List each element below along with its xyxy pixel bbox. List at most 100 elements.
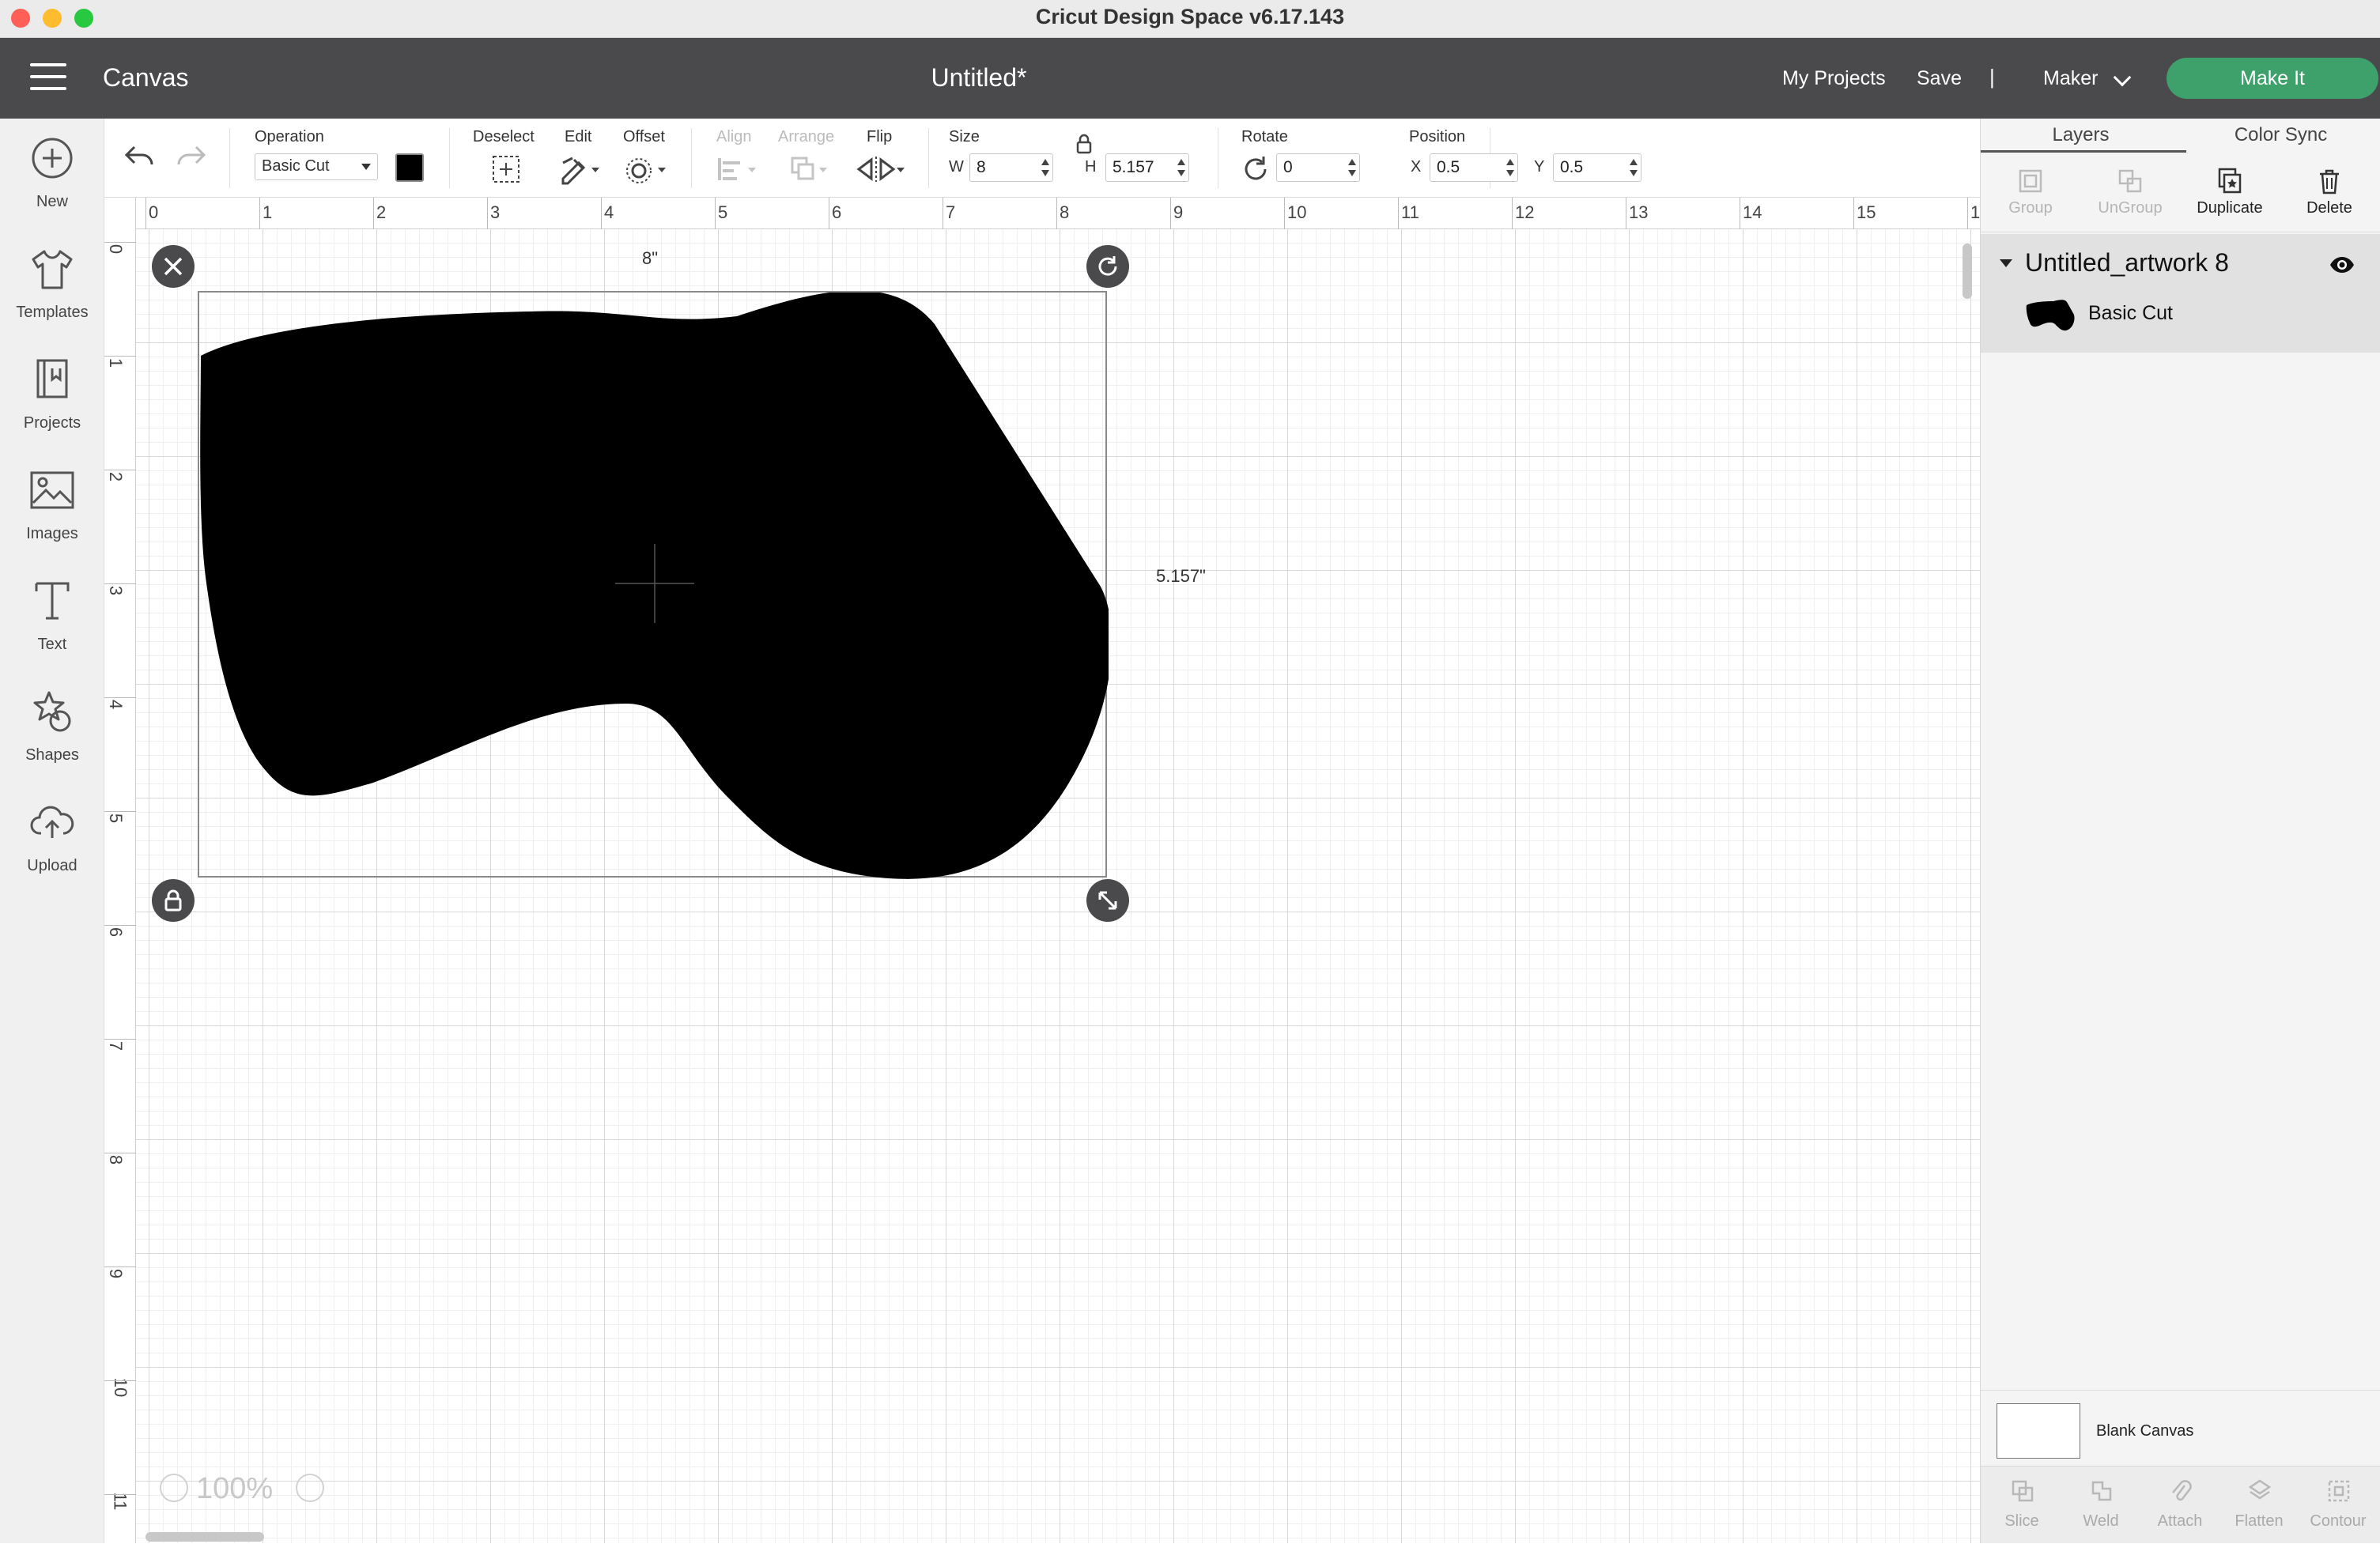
- sidebar-item-label: New: [36, 193, 68, 210]
- lock-icon[interactable]: [1075, 133, 1093, 155]
- sidebar-item-label: Upload: [27, 857, 77, 874]
- my-projects-link[interactable]: My Projects: [1782, 67, 1886, 90]
- sidebar-item-images[interactable]: Images: [0, 459, 104, 553]
- plus-circle-icon: [32, 138, 73, 179]
- vertical-scrollbar[interactable]: [1963, 243, 1972, 299]
- position-x-value: 0.5: [1437, 158, 1460, 176]
- rotate-handle[interactable]: [1086, 245, 1129, 288]
- sidebar-item-label: Templates: [16, 304, 89, 321]
- duplicate-button[interactable]: Duplicate: [2180, 153, 2280, 232]
- delete-handle[interactable]: [152, 245, 195, 288]
- position-label: Position: [1409, 128, 1466, 145]
- horizontal-scrollbar[interactable]: [145, 1532, 264, 1542]
- caret-down-icon: [361, 164, 371, 170]
- stepper-arrows-icon[interactable]: [1348, 159, 1356, 176]
- stepper-arrows-icon[interactable]: [1177, 159, 1185, 176]
- align-icon: [718, 158, 756, 180]
- attach-button[interactable]: Attach: [2140, 1467, 2219, 1544]
- machine-selector[interactable]: Maker: [2043, 67, 2098, 90]
- eye-icon[interactable]: [2329, 251, 2355, 278]
- ruler-tick: [104, 356, 136, 357]
- artwork-shape[interactable]: [199, 293, 1109, 879]
- ruler-tick-label: 8: [106, 1154, 127, 1165]
- cloud-upload-icon: [30, 806, 74, 838]
- caret-down-icon[interactable]: [2000, 259, 2012, 267]
- height-input[interactable]: 5.157: [1105, 153, 1189, 182]
- zoom-level: 100%: [196, 1472, 274, 1505]
- projects-icon: [36, 359, 68, 398]
- tab-layers[interactable]: Layers: [1981, 119, 2181, 152]
- toolbar-divider: [229, 128, 230, 188]
- slice-button[interactable]: Slice: [1982, 1467, 2061, 1544]
- flip-icon[interactable]: [856, 153, 908, 185]
- ruler-tick: [104, 811, 136, 812]
- group-button[interactable]: Group: [1981, 153, 2080, 232]
- contour-label: Contour: [2310, 1512, 2367, 1530]
- save-link[interactable]: Save: [1917, 67, 1962, 90]
- offset-icon[interactable]: [625, 153, 672, 185]
- zoom-in-button[interactable]: [296, 1474, 324, 1502]
- edit-icon[interactable]: [558, 153, 606, 185]
- operation-select[interactable]: Basic Cut: [255, 153, 378, 180]
- stepper-arrows-icon[interactable]: [1630, 159, 1638, 176]
- zoom-out-button[interactable]: [160, 1474, 188, 1502]
- weld-icon: [2091, 1481, 2112, 1501]
- ruler-tick-label: 1: [1970, 202, 1980, 222]
- sidebar-item-text[interactable]: Text: [0, 569, 104, 664]
- ruler-tick-label: 7: [946, 202, 956, 222]
- y-label: Y: [1534, 158, 1545, 176]
- tshirt-icon: [32, 250, 73, 289]
- ruler-tick-label: 12: [1515, 202, 1535, 222]
- selection-box[interactable]: [198, 291, 1109, 879]
- ruler-tick-label: 3: [106, 585, 127, 596]
- edit-toolbar: Operation Basic Cut Deselect Edit Offset…: [104, 119, 1980, 198]
- height-dimension: 5.157": [1156, 566, 1206, 586]
- ruler-tick: [104, 925, 136, 926]
- stepper-arrows-icon[interactable]: [1041, 159, 1049, 176]
- flatten-label: Flatten: [2235, 1512, 2284, 1530]
- position-y-input[interactable]: 0.5: [1553, 153, 1641, 182]
- rotate-input[interactable]: 0: [1276, 153, 1360, 182]
- width-value: 8: [977, 158, 986, 176]
- blank-canvas-row[interactable]: Blank Canvas: [1981, 1390, 2380, 1466]
- ruler-top: 0 1 2 3 4 5 6 7 8 9 10 11 12 13 14 15 1: [104, 198, 1980, 229]
- tab-color-sync[interactable]: Color Sync: [2181, 119, 2380, 152]
- sidebar-item-templates[interactable]: Templates: [0, 237, 104, 332]
- delete-label: Delete: [2306, 199, 2352, 217]
- size-label: Size: [949, 128, 980, 145]
- blank-canvas-swatch[interactable]: [1997, 1403, 2080, 1459]
- lock-handle[interactable]: [152, 879, 195, 922]
- sidebar-item-projects[interactable]: Projects: [0, 348, 104, 443]
- undo-icon[interactable]: [123, 142, 157, 171]
- design-canvas[interactable]: 0 1 2 3 4 5 6 7 8 9 10 11 12 13 14 15 1 0 1 2 3 4 5 6 7 8 9 10 11 8…: [104, 198, 1980, 1543]
- chevron-down-icon[interactable]: [2113, 68, 2132, 87]
- delete-button[interactable]: Delete: [2280, 153, 2379, 232]
- ruler-left: 0 1 2 3 4 5 6 7 8 9 10 11: [104, 198, 136, 1543]
- weld-button[interactable]: Weld: [2061, 1467, 2140, 1544]
- layer-group-row[interactable]: Untitled_artwork 8 Basic Cut: [1981, 234, 2380, 353]
- make-it-button[interactable]: Make It: [2167, 58, 2378, 99]
- flatten-button[interactable]: Flatten: [2219, 1467, 2299, 1544]
- sidebar-item-shapes[interactable]: Shapes: [0, 680, 104, 775]
- sidebar-item-new[interactable]: New: [0, 126, 104, 221]
- position-x-input[interactable]: 0.5: [1430, 153, 1518, 182]
- blank-canvas-label: Blank Canvas: [2096, 1422, 2194, 1440]
- edit-label: Edit: [565, 128, 592, 145]
- ruler-tick-label: 3: [490, 202, 501, 222]
- ruler-tick-label: 1: [106, 357, 127, 368]
- offset-label: Offset: [623, 128, 665, 145]
- ruler-tick: [715, 198, 716, 229]
- width-input[interactable]: 8: [969, 153, 1053, 182]
- contour-button[interactable]: Contour: [2299, 1467, 2378, 1544]
- ruler-tick-label: 6: [106, 927, 127, 938]
- sidebar-item-upload[interactable]: Upload: [0, 791, 104, 885]
- document-title[interactable]: Untitled*: [0, 63, 1958, 92]
- resize-handle[interactable]: [1086, 879, 1129, 922]
- ruler-tick: [601, 198, 602, 229]
- ungroup-button[interactable]: UnGroup: [2080, 153, 2180, 232]
- ruler-tick-label: 15: [1857, 202, 1876, 222]
- stepper-arrows-icon[interactable]: [1506, 159, 1514, 176]
- operation-color-swatch[interactable]: [395, 153, 424, 182]
- deselect-icon[interactable]: [490, 153, 522, 185]
- layer-thumbnail: [2026, 300, 2075, 331]
